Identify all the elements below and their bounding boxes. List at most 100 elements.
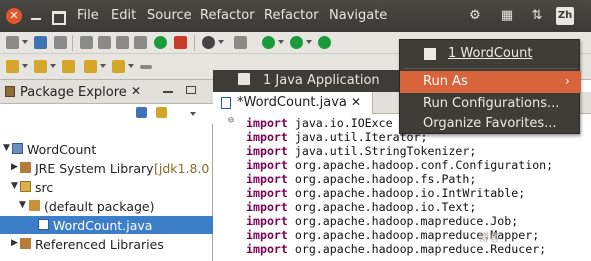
expand-arrow-icon[interactable]: ▼ [19, 200, 26, 210]
last-edit-icon[interactable] [62, 60, 75, 73]
more-icon[interactable] [140, 65, 152, 69]
new-java-project-icon[interactable] [154, 36, 167, 49]
menu-item-label: Run Configurations... [423, 96, 560, 111]
save-all-icon[interactable] [54, 36, 67, 49]
settings-icon[interactable]: ⚙ [466, 7, 484, 25]
previous-annotation-icon[interactable] [34, 60, 47, 73]
tree-item-project[interactable]: ▼ WordCount [0, 140, 213, 158]
collapse-arrow-icon[interactable]: ▶ [11, 238, 18, 248]
run-dropdown-menu: 1 WordCount Run As › Run Configurations.… [399, 39, 581, 135]
chevron-down-icon[interactable] [128, 64, 134, 68]
collapse-all-icon[interactable] [136, 107, 147, 118]
menu-source[interactable]: Source [147, 8, 192, 23]
maximize-icon[interactable] [186, 86, 196, 94]
task-icon[interactable] [134, 36, 147, 49]
menu-item-run-as[interactable]: Run As › [400, 71, 581, 93]
minimize-icon[interactable] [163, 91, 173, 93]
skip-breakpoints-icon[interactable] [234, 36, 247, 49]
view-menu-icon[interactable] [190, 112, 196, 116]
forward-icon[interactable] [112, 60, 125, 73]
menu-item-label: Run As [423, 74, 468, 89]
editor-tab-label: *WordCount.java [237, 95, 347, 110]
menu-navigate[interactable]: Navigate [329, 8, 387, 23]
network-icon[interactable]: ⇅ [528, 7, 546, 25]
chevron-down-icon[interactable] [50, 64, 56, 68]
debug-icon[interactable] [202, 36, 215, 49]
tree-item-default-package[interactable]: ▼ (default package) [0, 197, 213, 215]
save-icon[interactable] [34, 36, 47, 49]
chevron-down-icon[interactable] [22, 64, 28, 68]
menu-edit[interactable]: Edit [111, 8, 136, 23]
package-explorer-tab[interactable]: Package Explore ✕ [0, 80, 213, 104]
package-explorer-title: Package Explore [20, 85, 127, 100]
tree-item-referenced-libraries[interactable]: ▶ Referenced Libraries [0, 235, 213, 253]
tree-label: src [35, 180, 54, 195]
code-line: import org.apache.hadoop.io.IntWritable; [246, 186, 526, 200]
chevron-right-icon: › [565, 74, 570, 88]
toggle-icon[interactable] [80, 36, 93, 49]
java-file-icon [38, 219, 49, 230]
collapse-arrow-icon[interactable]: ▶ [11, 162, 18, 172]
maximize-window-icon[interactable] [50, 8, 66, 25]
menu-item-label: 1 WordCount [448, 46, 533, 61]
menu-item-wordcount[interactable]: 1 WordCount [400, 43, 581, 65]
menu-item-organize-favorites[interactable]: Organize Favorites... [400, 113, 581, 135]
expand-arrow-icon[interactable]: ▼ [11, 181, 18, 191]
code-line: import java.util.StringTokenizer; [246, 144, 477, 158]
whitespace-icon[interactable] [116, 36, 129, 49]
input-method-indicator[interactable]: Zh [556, 7, 574, 25]
new-package-icon[interactable] [174, 36, 187, 49]
tree-item-wordcount-java[interactable]: WordCount.java [0, 216, 213, 234]
menu-bar: ✕ File Edit Source Refactor Refactor Nav… [0, 0, 591, 32]
fold-icon[interactable]: ⊖ [228, 115, 234, 126]
package-explorer-panel: Package Explore ✕ ▼ WordCount ▶ JRE Syst… [0, 80, 213, 261]
code-line: import org.apache.hadoop.mapreduce.Reduc… [246, 242, 547, 256]
chevron-down-icon[interactable] [306, 40, 312, 44]
menu-item-run-configurations[interactable]: Run Configurations... [400, 93, 581, 115]
back-icon[interactable] [84, 60, 97, 73]
expand-arrow-icon[interactable]: ▼ [3, 143, 10, 153]
tree-label: JRE System Library [35, 161, 154, 176]
new-icon[interactable] [6, 36, 19, 49]
chevron-down-icon[interactable] [218, 40, 224, 44]
tree-label: (default package) [44, 199, 155, 214]
debug-as-icon[interactable] [262, 36, 275, 49]
menu-refactor[interactable]: Refactor [200, 8, 255, 23]
code-line: import org.apache.hadoop.fs.Path; [246, 172, 477, 186]
keyboard-icon[interactable]: ▦ [498, 7, 516, 25]
project-folder-icon [12, 143, 23, 154]
run-icon[interactable] [290, 36, 303, 49]
code-line: import java.io.IOExce [246, 116, 393, 130]
watermark: 博客 [478, 231, 500, 244]
java-application-icon [238, 73, 250, 85]
library-icon [20, 238, 31, 249]
block-select-icon[interactable] [98, 36, 111, 49]
package-explorer-icon [5, 86, 15, 97]
chevron-down-icon[interactable] [100, 64, 106, 68]
chevron-down-icon[interactable] [22, 40, 28, 44]
editor-tab-wordcount[interactable]: *WordCount.java ✕ [213, 92, 373, 114]
java-application-icon [424, 48, 436, 60]
menu-refactor-2[interactable]: Refactor [264, 8, 319, 23]
chevron-down-icon[interactable] [278, 40, 284, 44]
minimize-window-icon[interactable] [28, 8, 44, 24]
tree-label-suffix: [jdk1.8.0 [154, 161, 210, 176]
close-icon[interactable]: ✕ [351, 95, 361, 109]
package-icon [29, 200, 40, 211]
tree-item-jre[interactable]: ▶ JRE System Library [jdk1.8.0 [0, 159, 213, 177]
tree-item-src[interactable]: ▼ src [0, 178, 213, 196]
next-annotation-icon[interactable] [6, 60, 19, 73]
run-external-tool-icon[interactable] [318, 36, 331, 49]
java-file-icon [221, 97, 231, 109]
code-line: import org.apache.hadoop.conf.Configurat… [246, 158, 554, 172]
code-editor[interactable]: ⊖ import java.io.IOExce import java.util… [226, 114, 591, 261]
menu-file[interactable]: File [77, 8, 99, 23]
tree-label: WordCount [27, 142, 97, 157]
close-window-icon[interactable]: ✕ [6, 8, 22, 24]
run-history-label: 1 Java Application [263, 73, 380, 88]
tree-label: WordCount.java [53, 218, 153, 233]
close-icon[interactable]: ✕ [131, 84, 141, 98]
link-with-editor-icon[interactable] [156, 107, 167, 118]
run-history-item[interactable]: 1 Java Application [213, 70, 403, 92]
menu-item-label: Organize Favorites... [423, 116, 557, 131]
